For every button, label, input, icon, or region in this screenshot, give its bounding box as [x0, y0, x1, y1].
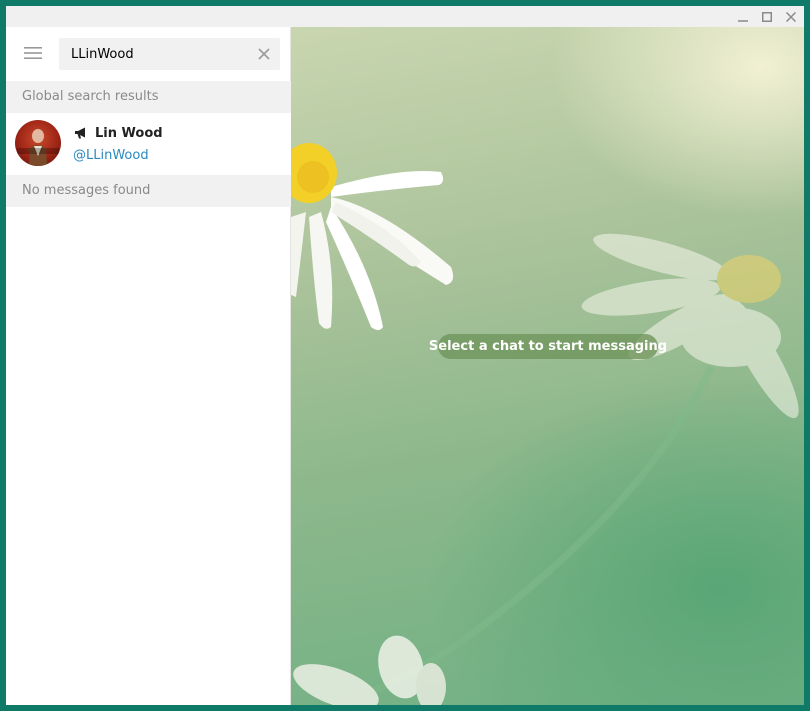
megaphone-icon [74, 127, 88, 139]
close-window-button[interactable] [779, 6, 803, 27]
hamburger-menu-icon [24, 45, 42, 64]
avatar [15, 120, 61, 166]
search-box [59, 38, 280, 70]
close-icon [258, 45, 270, 64]
result-username: @LLinWood [73, 148, 149, 163]
result-name: Lin Wood [74, 124, 163, 142]
no-messages-header: No messages found [6, 175, 291, 207]
chat-area: Select a chat to start messaging [291, 27, 804, 705]
select-chat-placeholder: Select a chat to start messaging [429, 334, 667, 359]
close-icon [786, 11, 796, 22]
clear-search-button[interactable] [254, 44, 274, 64]
maximize-icon [762, 11, 772, 22]
menu-button[interactable] [18, 42, 48, 66]
result-name-label: Lin Wood [95, 125, 163, 141]
minimize-icon [738, 12, 748, 22]
sidebar: Global search results Lin Wood [6, 27, 291, 705]
search-bar [6, 27, 291, 81]
minimize-button[interactable] [731, 6, 755, 27]
search-result-item[interactable]: Lin Wood @LLinWood [6, 113, 291, 175]
chat-background-image [291, 143, 799, 705]
app-window: Global search results Lin Wood [6, 6, 804, 705]
global-search-results-header: Global search results [6, 81, 291, 113]
maximize-button[interactable] [755, 6, 779, 27]
search-input[interactable] [71, 38, 241, 70]
title-bar [6, 6, 804, 27]
